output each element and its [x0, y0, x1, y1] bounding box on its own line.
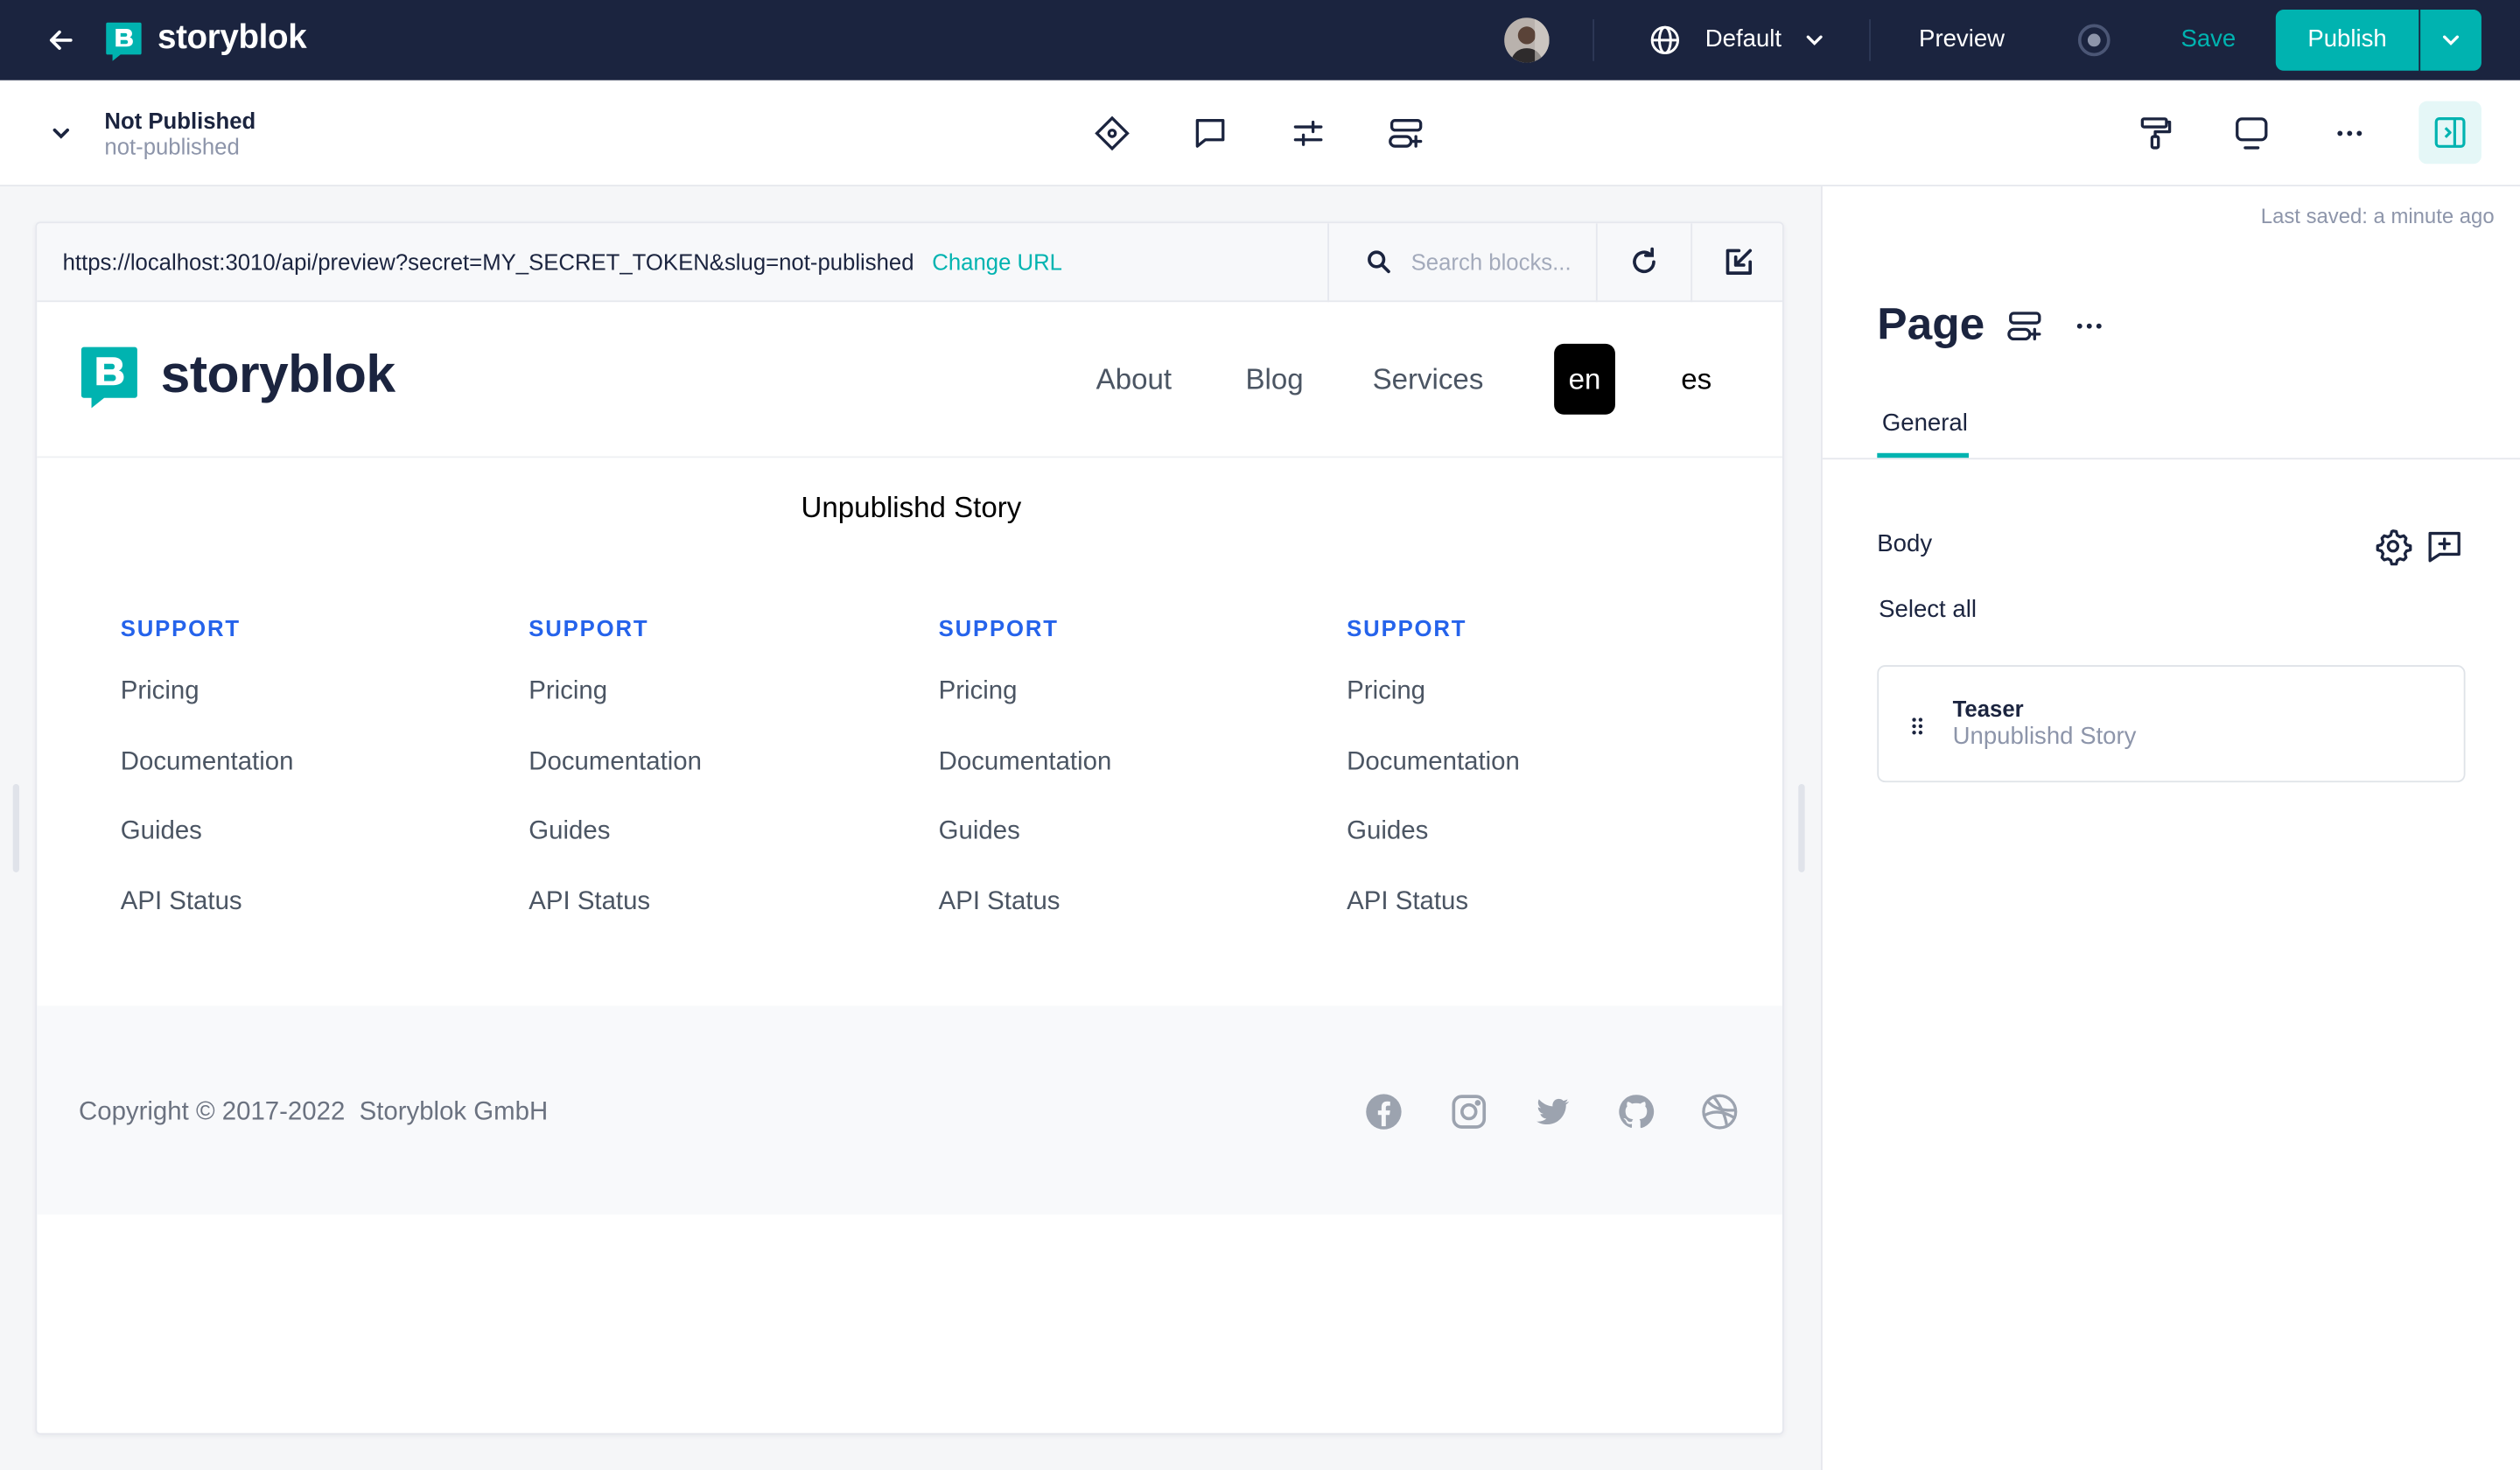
site-brand-name[interactable]: storyblok: [161, 344, 396, 405]
search-placeholder: Search blocks...: [1410, 248, 1572, 275]
preview-toggle[interactable]: [2077, 24, 2110, 57]
more-options-icon[interactable]: [2070, 307, 2109, 346]
divider: [1869, 19, 1871, 61]
footer-column-heading: SUPPORT: [938, 615, 1059, 641]
dribbble-icon[interactable]: [1700, 1093, 1739, 1131]
footer-link-pricing[interactable]: Pricing: [528, 678, 882, 711]
chevron-down-icon: [2443, 35, 2460, 46]
nav-link-about[interactable]: About: [1096, 363, 1172, 397]
add-comment-icon[interactable]: [2426, 527, 2464, 565]
site-footer: Copyright © 2017-2022 Storyblok GmbH: [37, 1005, 1782, 1215]
search-blocks-input[interactable]: Search blocks...: [1327, 223, 1596, 303]
footer-column: SUPPORT Pricing Documentation Guides API…: [939, 615, 1292, 921]
component-title: Page: [1877, 298, 1985, 349]
chevron-down-icon[interactable]: [1802, 27, 1827, 52]
teaser-headline: Unpublishd Story: [801, 491, 1022, 524]
footer-link-guides[interactable]: Guides: [939, 818, 1292, 851]
storyblok-logo-icon[interactable]: [79, 342, 140, 413]
preview-button[interactable]: Preview: [1919, 25, 2005, 52]
publish-options-button[interactable]: [2420, 10, 2482, 71]
footer-column: SUPPORT Pricing Documentation Guides API…: [528, 615, 882, 921]
field-label-body: Body: [1877, 529, 1933, 558]
block-name: Teaser: [1952, 696, 2024, 722]
footer-link-documentation[interactable]: Documentation: [1347, 748, 1700, 781]
block-item[interactable]: Teaser Unpublishd Story: [1877, 665, 2466, 783]
storyblok-logo-icon: [104, 21, 143, 63]
language-es[interactable]: es: [1681, 363, 1712, 397]
site-header: storyblok About Blog Services en es: [37, 302, 1782, 458]
back-arrow-icon[interactable]: [42, 21, 80, 60]
footer-link-api-status[interactable]: API Status: [939, 888, 1292, 921]
nav-link-blog[interactable]: Blog: [1245, 363, 1303, 397]
search-icon: [1368, 250, 1390, 274]
footer-column: SUPPORT Pricing Documentation Guides API…: [121, 615, 474, 921]
refresh-icon: [1633, 247, 1656, 274]
globe-icon[interactable]: [1648, 24, 1681, 57]
toggle-sidebar-button[interactable]: [2418, 101, 2482, 164]
facebook-icon[interactable]: [1364, 1093, 1403, 1131]
footer-link-pricing[interactable]: Pricing: [939, 678, 1292, 711]
save-button[interactable]: Save: [2180, 25, 2236, 52]
more-options-icon[interactable]: [2330, 114, 2369, 152]
tab-general[interactable]: General: [1882, 410, 1968, 437]
brand-name: storyblok: [158, 19, 307, 57]
resize-handle-right[interactable]: [1798, 784, 1805, 872]
arrow-in-box-icon: [1726, 248, 1753, 275]
story-status: Not Published: [104, 108, 256, 134]
add-block-icon[interactable]: [1387, 114, 1425, 152]
content-editor-panel: Last saved: a minute ago Page General Bo…: [1821, 186, 2520, 1470]
comment-icon[interactable]: [1191, 114, 1229, 152]
footer-column-heading: SUPPORT: [120, 615, 241, 641]
preview-url: https://localhost:3010/api/preview?secre…: [62, 248, 914, 275]
divider: [1822, 458, 2520, 460]
twitter-icon[interactable]: [1533, 1093, 1572, 1131]
github-icon[interactable]: [1617, 1093, 1656, 1131]
footer-link-guides[interactable]: Guides: [528, 818, 882, 851]
sliders-icon[interactable]: [1289, 114, 1327, 152]
last-saved-text: Last saved: a minute ago: [2260, 204, 2495, 228]
resize-handle-left[interactable]: [12, 784, 20, 872]
footer-link-documentation[interactable]: Documentation: [528, 748, 882, 781]
change-url-link[interactable]: Change URL: [932, 249, 1062, 275]
gear-icon[interactable]: [2374, 527, 2412, 566]
open-external-button[interactable]: [1690, 223, 1782, 303]
preview-url-bar: https://localhost:3010/api/preview?secre…: [37, 223, 1782, 303]
footer-column: SUPPORT Pricing Documentation Guides API…: [1347, 615, 1700, 921]
diamond-icon[interactable]: [1093, 114, 1131, 152]
top-bar: storyblok Default Preview Save Publish: [0, 0, 2520, 80]
footer-column-heading: SUPPORT: [1347, 615, 1467, 641]
reload-button[interactable]: [1595, 223, 1690, 303]
device-preview-icon[interactable]: [2232, 114, 2271, 152]
footer-link-documentation[interactable]: Documentation: [939, 748, 1292, 781]
footer-link-api-status[interactable]: API Status: [528, 888, 882, 921]
story-toolbar: Not Published not-published: [0, 80, 2520, 186]
language-en[interactable]: en: [1554, 343, 1615, 415]
instagram-icon[interactable]: [1450, 1093, 1488, 1131]
footer-link-documentation[interactable]: Documentation: [121, 748, 474, 781]
story-slug: not-published: [104, 133, 240, 159]
nav-link-services[interactable]: Services: [1373, 363, 1484, 397]
footer-link-guides[interactable]: Guides: [1347, 818, 1700, 851]
footer-link-pricing[interactable]: Pricing: [1347, 678, 1700, 711]
sidebar-panel-icon: [2434, 117, 2466, 148]
block-subtitle: Unpublishd Story: [1952, 723, 2137, 751]
add-block-icon[interactable]: [2006, 307, 2044, 346]
footer-link-pricing[interactable]: Pricing: [121, 678, 474, 711]
footer-column-heading: SUPPORT: [528, 615, 649, 641]
language-select[interactable]: Default: [1705, 25, 1782, 52]
footer-link-guides[interactable]: Guides: [121, 818, 474, 851]
publish-button[interactable]: Publish: [2275, 10, 2419, 71]
drag-handle-icon[interactable]: [1909, 715, 1925, 738]
paint-roller-icon[interactable]: [2136, 114, 2174, 152]
storyblok-editor: storyblok Default Preview Save Publish N…: [0, 0, 2520, 1470]
copyright-text: Copyright © 2017-2022 Storyblok GmbH: [79, 1098, 549, 1127]
chevron-down-icon[interactable]: [48, 121, 74, 146]
select-all-link[interactable]: Select all: [1879, 596, 1977, 623]
footer-link-api-status[interactable]: API Status: [1347, 888, 1700, 921]
user-avatar[interactable]: [1504, 18, 1550, 63]
visual-preview: https://localhost:3010/api/preview?secre…: [35, 221, 1784, 1435]
divider: [1592, 19, 1595, 61]
footer-link-api-status[interactable]: API Status: [121, 888, 474, 921]
